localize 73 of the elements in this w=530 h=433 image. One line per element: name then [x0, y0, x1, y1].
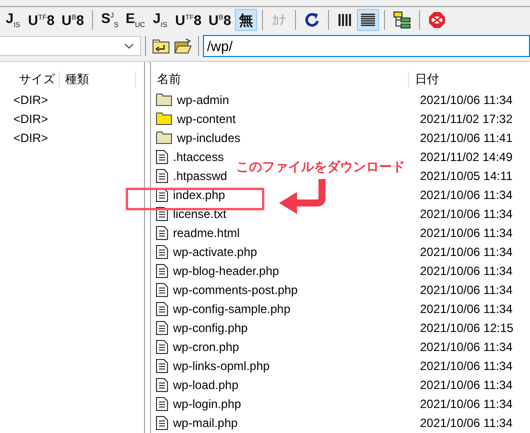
chevron-down-icon — [124, 43, 134, 49]
file-name[interactable]: wp-links-opml.php — [173, 358, 270, 372]
file-icon — [156, 264, 168, 278]
date-cell-text: 2021/10/06 12:15 — [419, 320, 514, 334]
date-cell-text: 2021/10/06 11:41 — [419, 130, 513, 144]
column-header[interactable]: 名前 — [151, 70, 409, 88]
file-name[interactable]: wp-cron.php — [173, 340, 240, 354]
file-icon — [156, 396, 168, 410]
file-name[interactable]: wp-content — [177, 112, 236, 126]
file-name[interactable]: wp-mail.php — [173, 416, 238, 430]
file-icon — [156, 378, 168, 392]
encoding-button[interactable]: J$_{IS}$ — [149, 9, 172, 31]
date-cell-text: 2021/10/06 11:34 — [419, 188, 513, 202]
date-cell-text: 2021/10/06 11:34 — [419, 226, 513, 240]
file-name[interactable]: wp-config.php — [173, 320, 248, 334]
encoding-button[interactable]: E$_{UC}$ — [122, 9, 148, 31]
folder-icon — [156, 93, 172, 106]
file-icon — [156, 358, 168, 372]
date-cell-text: 2021/10/06 11:34 — [419, 378, 513, 392]
date-cell-text: 2021/10/06 11:34 — [419, 282, 513, 296]
file-name[interactable]: .htpasswd — [173, 168, 228, 182]
file-icon — [156, 244, 168, 258]
file-name[interactable]: index.php — [173, 188, 226, 202]
file-name[interactable]: wp-login.php — [173, 396, 242, 410]
date-cell-text: 2021/10/05 14:11 — [419, 168, 513, 182]
size-cell-text: <DIR> — [12, 92, 48, 106]
date-cell-text: 2021/10/06 11:34 — [419, 416, 513, 430]
file-name[interactable]: wp-load.php — [173, 378, 238, 392]
horizontal-lines-icon — [360, 12, 376, 28]
file-icon — [156, 168, 168, 182]
file-name[interactable]: wp-includes — [177, 130, 240, 144]
size-cell-text: <DIR> — [12, 112, 48, 126]
date-cell-text: 2021/10/06 11:34 — [419, 396, 513, 410]
date-cell-text: 2021/10/06 11:34 — [419, 92, 513, 106]
file-name[interactable]: wp-config-sample.php — [173, 302, 290, 316]
encoding-button[interactable]: U$^{TF}$8 — [25, 9, 58, 31]
date-cell-text: 2021/10/06 11:34 — [419, 340, 513, 354]
file-name[interactable]: wp-comments-post.php — [173, 282, 298, 296]
column-header[interactable]: 日付 — [409, 70, 439, 88]
folder-icon — [156, 131, 172, 144]
folder-icon — [156, 112, 172, 125]
file-icon — [156, 282, 168, 296]
vertical-bars-icon — [337, 12, 354, 28]
file-icon — [156, 416, 168, 430]
file-icon — [156, 150, 168, 164]
file-name[interactable]: wp-admin — [177, 92, 230, 106]
file-icon — [156, 302, 168, 316]
column-header[interactable]: サイズ — [0, 70, 60, 88]
encoding-button[interactable]: U$^{B}$8 — [58, 9, 88, 31]
file-icon — [156, 320, 168, 334]
file-name[interactable]: .htaccess — [173, 150, 224, 164]
date-cell-text: 2021/10/06 11:34 — [419, 206, 513, 220]
encoding-button[interactable]: 無 — [235, 9, 258, 31]
date-cell-text: 2021/10/06 11:34 — [419, 264, 513, 278]
file-name[interactable]: license.txt — [173, 206, 226, 220]
remote-path-field[interactable]: /wp/ — [203, 35, 530, 57]
date-cell-text: 2021/11/02 17:32 — [419, 112, 513, 126]
encoding-button[interactable]: U$^{B}$8 — [206, 9, 234, 31]
details-button[interactable] — [357, 9, 380, 31]
file-name[interactable]: wp-blog-header.php — [173, 264, 280, 278]
file-icon — [156, 226, 168, 240]
annotation-text: このファイルをダウンロード — [236, 158, 405, 176]
file-name[interactable]: wp-activate.php — [173, 244, 258, 258]
column-header[interactable]: 種類 — [60, 70, 136, 88]
encoding-button[interactable]: U$^{TF}$8 — [172, 9, 205, 31]
size-cell-text: <DIR> — [12, 130, 48, 144]
date-cell-text: 2021/10/06 11:34 — [419, 302, 513, 316]
encoding-button[interactable]: J$_{IS}$ — [2, 9, 24, 31]
date-cell-text: 2021/11/02 14:49 — [419, 150, 513, 164]
file-name[interactable]: readme.html — [173, 226, 240, 240]
date-cell-text: 2021/10/06 11:34 — [419, 244, 513, 258]
date-cell-text: 2021/10/06 11:34 — [419, 358, 513, 372]
file-icon — [156, 340, 168, 354]
